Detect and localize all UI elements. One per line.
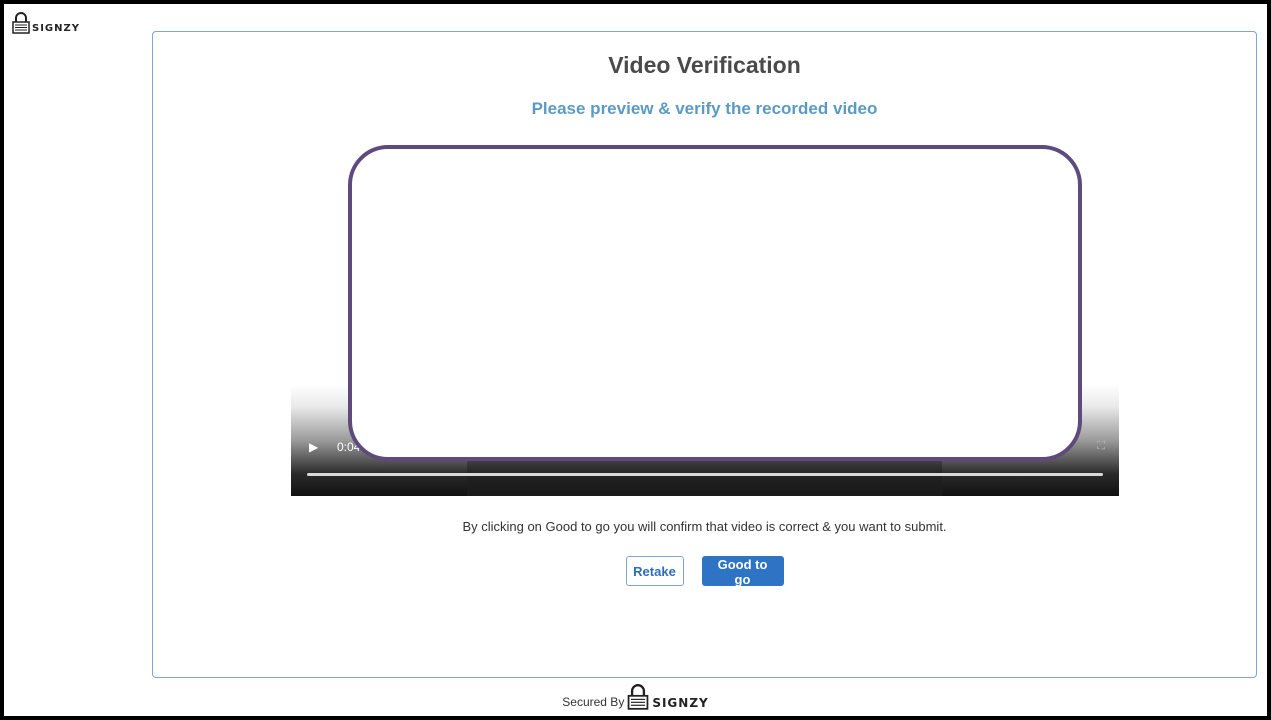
logo-text: SIGNZY (32, 23, 80, 34)
fullscreen-icon[interactable]: ⛶ (1097, 441, 1105, 452)
page-title: Video Verification (608, 52, 801, 78)
lock-icon (12, 12, 30, 34)
page-frame: SIGNZY Video Verification Please preview… (4, 4, 1267, 716)
redaction-overlay (348, 145, 1082, 461)
video-progress-bar[interactable] (307, 473, 1103, 476)
page-subtitle: Please preview & verify the recorded vid… (531, 99, 878, 118)
signzy-logo: SIGNZY (12, 12, 80, 34)
video-verification-card: Video Verification Please preview & veri… (152, 31, 1257, 678)
secured-by-text: Secured By (562, 695, 625, 709)
footer-logo-text: SIGNZY (652, 696, 709, 710)
action-buttons: Retake Good to go (153, 556, 1256, 587)
footer-lock-icon (627, 684, 649, 710)
good-to-go-button[interactable]: Good to go (701, 556, 784, 587)
confirm-instructions: By clicking on Good to go you will confi… (462, 519, 947, 534)
play-icon[interactable]: ▶ (309, 441, 318, 453)
footer: Secured By SIGNZY (4, 684, 1267, 710)
retake-button[interactable]: Retake (625, 556, 684, 586)
